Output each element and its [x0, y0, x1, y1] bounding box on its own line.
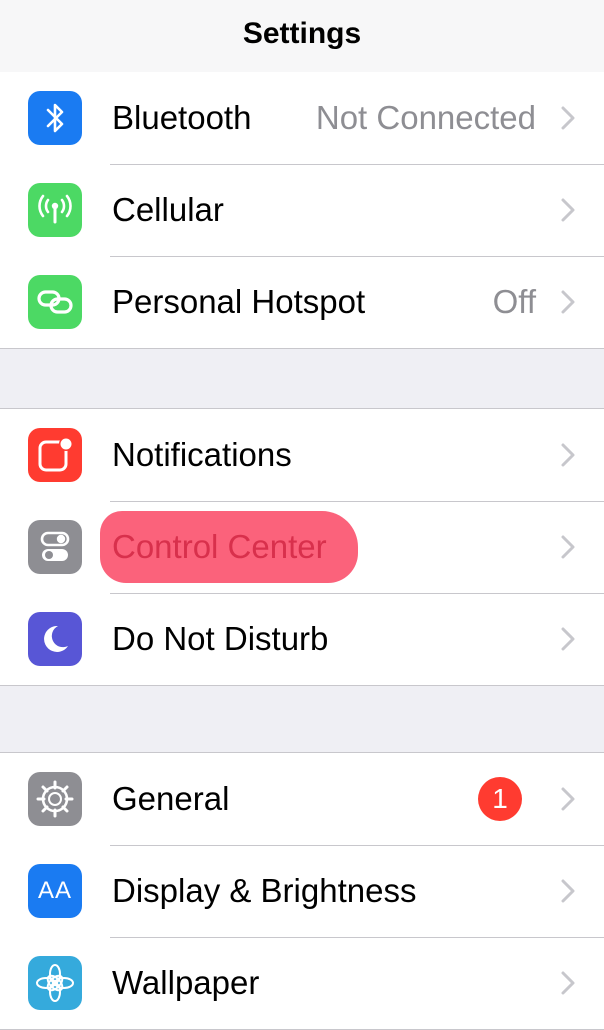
- bluetooth-icon: [28, 91, 82, 145]
- row-label: Display & Brightness: [112, 872, 417, 909]
- row-value: Not Connected: [315, 99, 536, 136]
- settings-row-notifications[interactable]: Notifications: [0, 409, 604, 501]
- toggle-switches-icon: [28, 520, 82, 574]
- row-label: Notifications: [112, 436, 292, 473]
- flower-icon: [28, 956, 82, 1010]
- settings-row-personal-hotspot[interactable]: Personal Hotspot Off: [0, 256, 604, 348]
- settings-row-general[interactable]: General 1: [0, 753, 604, 845]
- notification-badge: 1: [478, 777, 522, 821]
- chevron-right-icon: [561, 106, 575, 130]
- row-label: Cellular: [112, 191, 224, 228]
- hotspot-link-icon: [28, 275, 82, 329]
- chevron-right-icon: [561, 787, 575, 811]
- cellular-antenna-icon: [28, 183, 82, 237]
- moon-icon: [28, 612, 82, 666]
- chevron-right-icon: [561, 627, 575, 651]
- text-size-glyph: AA: [37, 877, 72, 904]
- row-label: General: [112, 780, 230, 817]
- settings-row-wallpaper[interactable]: Wallpaper: [0, 937, 604, 1029]
- chevron-right-icon: [561, 290, 575, 314]
- settings-row-display-brightness[interactable]: AA Display & Brightness: [0, 845, 604, 937]
- settings-group-notifications: Notifications Control Center Do Not Dist…: [0, 408, 604, 686]
- gear-icon: [28, 772, 82, 826]
- settings-group-connectivity: Bluetooth Not Connected Cellular Persona…: [0, 72, 604, 349]
- row-label: Do Not Disturb: [112, 620, 329, 657]
- page-title: Settings: [242, 17, 362, 50]
- row-label: Wallpaper: [112, 964, 260, 1001]
- chevron-right-icon: [561, 879, 575, 903]
- row-label: Bluetooth: [112, 99, 252, 136]
- settings-row-bluetooth[interactable]: Bluetooth Not Connected: [0, 72, 604, 164]
- chevron-right-icon: [561, 971, 575, 995]
- navigation-bar: Settings: [0, 0, 604, 73]
- chevron-right-icon: [561, 198, 575, 222]
- chevron-right-icon: [561, 535, 575, 559]
- chevron-right-icon: [561, 443, 575, 467]
- settings-group-general: General 1 AA Display & Brightness Wallpa…: [0, 752, 604, 1030]
- row-label: Control Center: [112, 528, 327, 565]
- row-value: Off: [492, 283, 536, 320]
- settings-row-control-center[interactable]: Control Center: [0, 501, 604, 593]
- row-label: Personal Hotspot: [112, 283, 366, 320]
- settings-row-cellular[interactable]: Cellular: [0, 164, 604, 256]
- notifications-icon: [28, 428, 82, 482]
- settings-row-do-not-disturb[interactable]: Do Not Disturb: [0, 593, 604, 685]
- text-size-icon: AA: [28, 864, 82, 918]
